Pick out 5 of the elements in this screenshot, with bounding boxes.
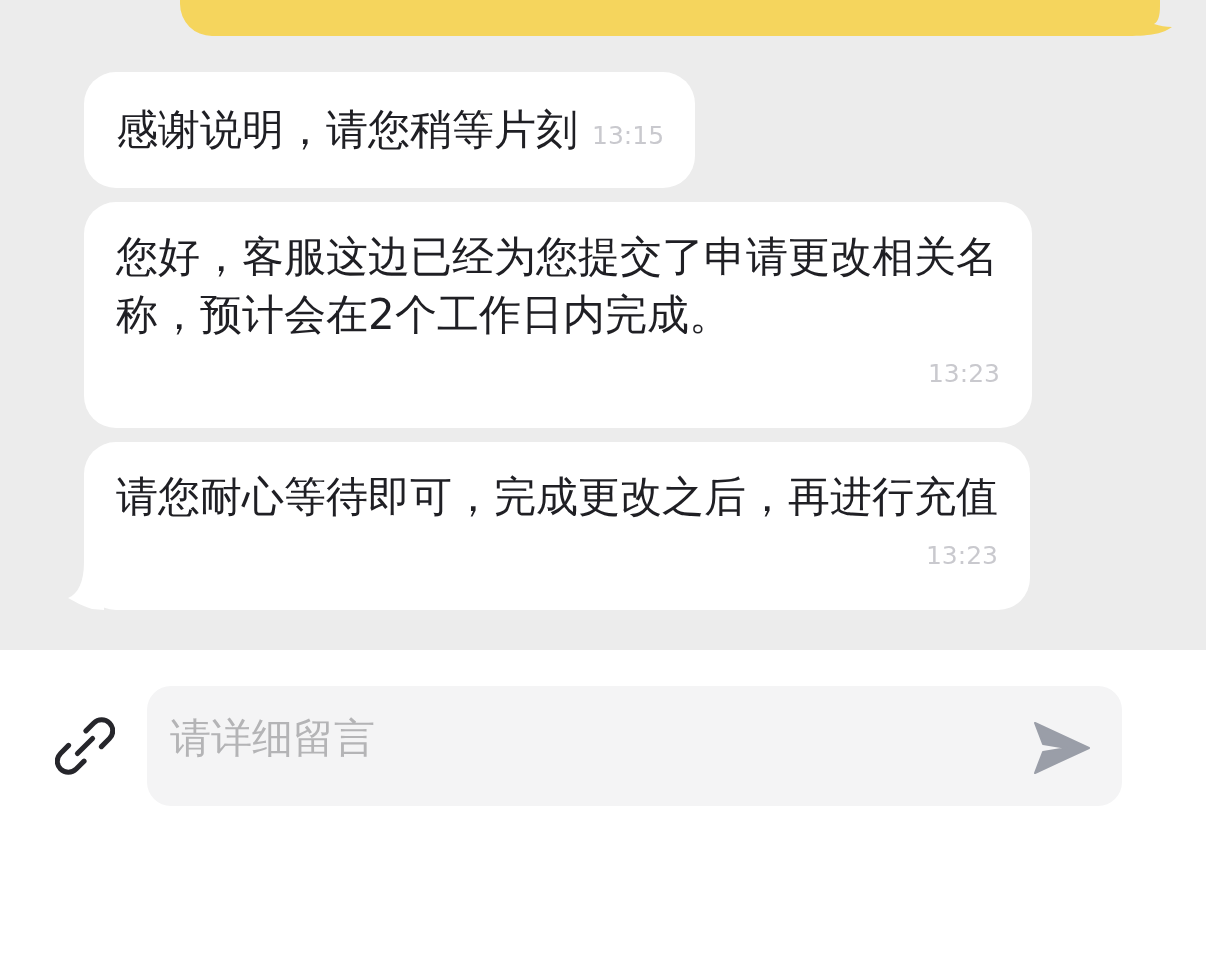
message-text: 感谢说明，请您稍等片刻: [116, 105, 578, 154]
message-text: 请您耐心等待即可，完成更改之后，再进行充值: [116, 472, 998, 521]
link-icon[interactable]: [55, 716, 115, 776]
message-text: 您好，客服这边已经为您提交了申请更改相关名称，预计会在2个工作日内完成。: [116, 232, 998, 339]
message-input-field[interactable]: 请详细留言: [147, 686, 1122, 806]
